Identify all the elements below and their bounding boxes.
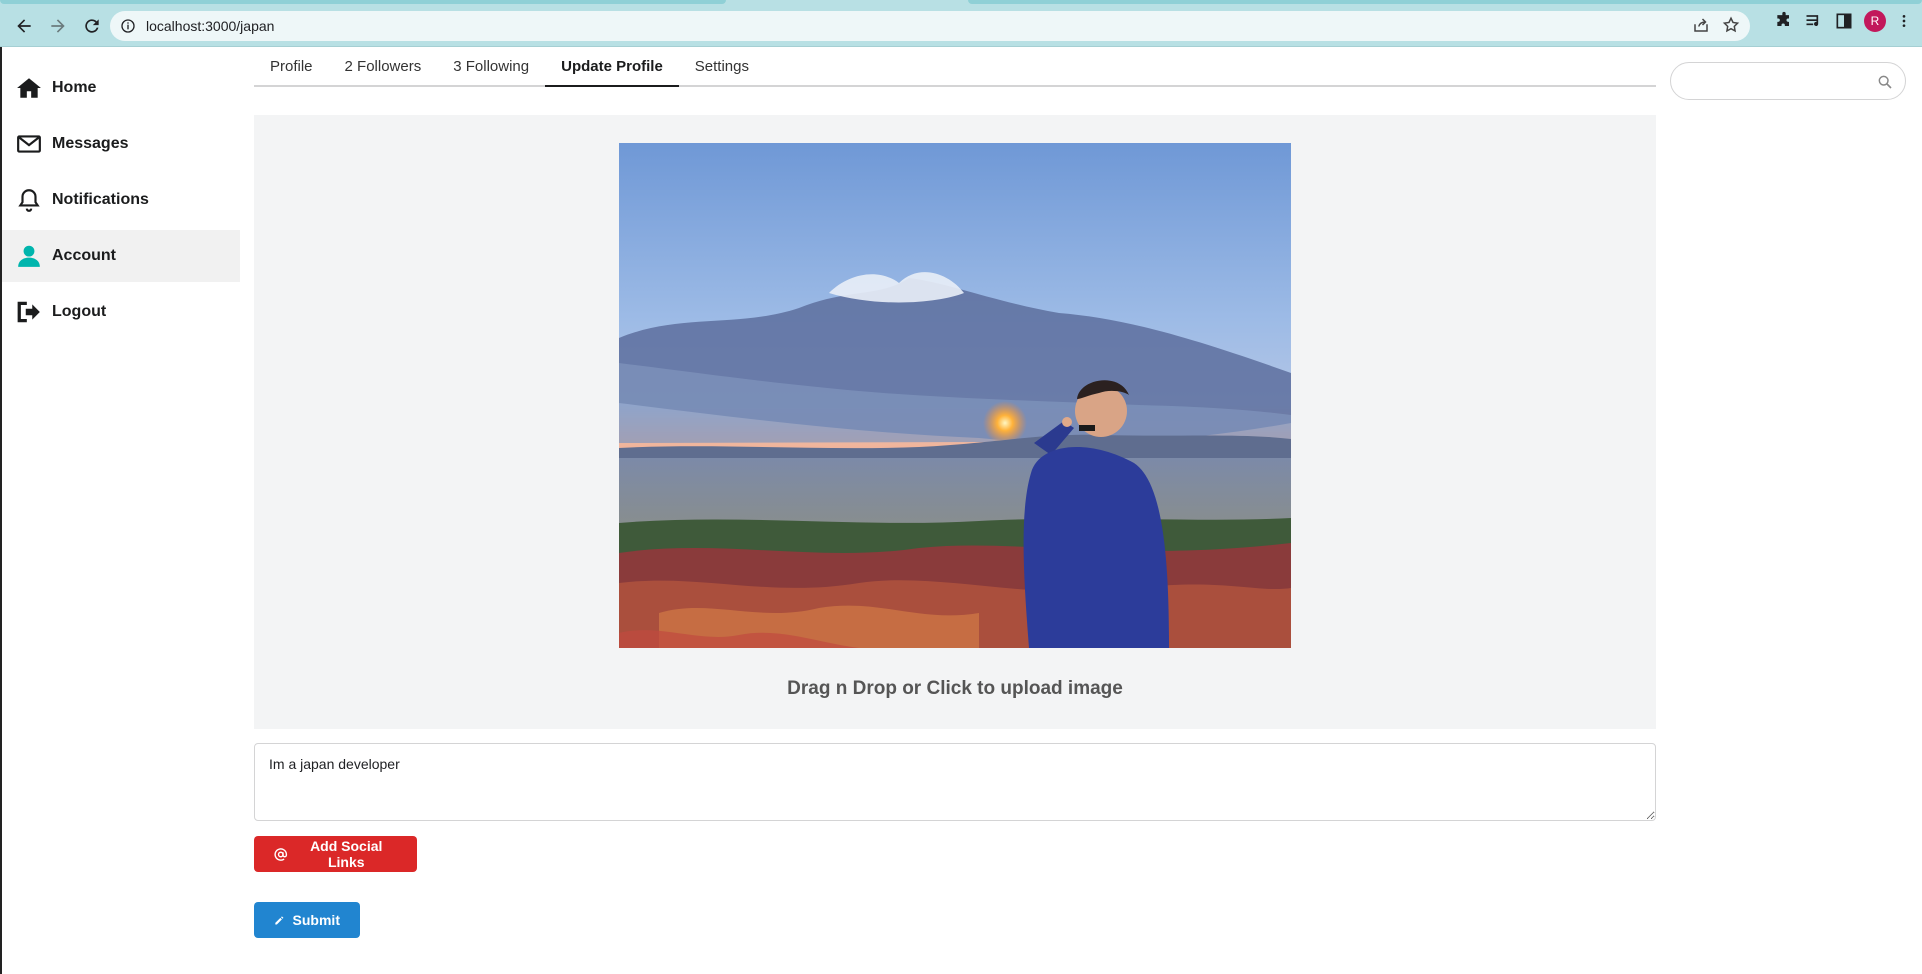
- arrow-right-icon: [51, 19, 65, 33]
- sidebar-item-messages[interactable]: Messages: [2, 118, 240, 170]
- submit-label: Submit: [292, 912, 340, 928]
- app-page: Home Messages Notifications Account Logo…: [0, 47, 1922, 974]
- browser-toolbar: localhost:3000/japan R: [0, 6, 1922, 46]
- user-icon: [18, 245, 40, 267]
- reload-button[interactable]: [76, 10, 108, 42]
- sidebar-item-label: Logout: [52, 303, 107, 320]
- info-icon: [121, 19, 135, 33]
- profile-tabs: Profile 2 Followers 3 Following Update P…: [254, 47, 1656, 87]
- sidebar-item-label: Messages: [52, 135, 129, 152]
- add-social-links-button[interactable]: Add Social Links: [254, 836, 417, 872]
- forward-button[interactable]: [42, 10, 74, 42]
- browser-tab-active[interactable]: [0, 0, 726, 4]
- envelope-icon: [17, 135, 41, 153]
- search-box: [1670, 62, 1906, 100]
- bell-icon: [18, 189, 40, 212]
- search-icon[interactable]: [1877, 74, 1893, 90]
- browser-tab[interactable]: [968, 0, 1922, 4]
- puzzle-icon[interactable]: [1774, 11, 1794, 31]
- sidebar: Home Messages Notifications Account Logo…: [2, 62, 240, 342]
- tab-profile[interactable]: Profile: [254, 47, 329, 87]
- tab-update-profile[interactable]: Update Profile: [545, 47, 679, 87]
- bio-textarea[interactable]: Im a japan developer: [254, 743, 1656, 821]
- sidebar-item-logout[interactable]: Logout: [2, 286, 240, 338]
- sign-out-icon: [17, 301, 40, 323]
- image-dropzone[interactable]: Drag n Drop or Click to upload image: [254, 115, 1656, 729]
- sidebar-item-label: Home: [52, 79, 97, 96]
- tab-followers[interactable]: 2 Followers: [329, 47, 438, 87]
- search-input[interactable]: [1685, 71, 1875, 91]
- at-sign-icon: [274, 847, 288, 861]
- sidebar-item-label: Notifications: [52, 191, 149, 208]
- pencil-icon: [275, 915, 284, 924]
- reload-icon: [85, 19, 99, 33]
- bookmark-star-icon[interactable]: [1722, 16, 1740, 34]
- submit-button[interactable]: Submit: [254, 902, 360, 938]
- tab-settings[interactable]: Settings: [679, 47, 765, 87]
- sidebar-item-home[interactable]: Home: [2, 62, 240, 114]
- media-queue-icon[interactable]: [1804, 11, 1824, 31]
- back-button[interactable]: [8, 10, 40, 42]
- add-social-links-label: Add Social Links: [310, 838, 383, 870]
- arrow-left-icon: [17, 19, 31, 33]
- side-panel-icon[interactable]: [1834, 11, 1854, 31]
- sidebar-item-account[interactable]: Account: [2, 230, 240, 282]
- sidebar-item-notifications[interactable]: Notifications: [2, 174, 240, 226]
- address-bar[interactable]: localhost:3000/japan: [110, 11, 1750, 41]
- sidebar-item-label: Account: [52, 247, 116, 264]
- url-text: localhost:3000/japan: [146, 18, 275, 34]
- profile-cover-image: [619, 143, 1291, 648]
- share-icon[interactable]: [1692, 16, 1710, 34]
- sunset-photo: [619, 143, 1291, 648]
- browser-extensions: R: [1774, 10, 1922, 32]
- kebab-menu-icon[interactable]: [1896, 11, 1912, 31]
- home-icon: [17, 78, 41, 98]
- tab-following[interactable]: 3 Following: [437, 47, 545, 87]
- profile-avatar[interactable]: R: [1864, 10, 1886, 32]
- upload-hint: Drag n Drop or Click to upload image: [787, 678, 1123, 699]
